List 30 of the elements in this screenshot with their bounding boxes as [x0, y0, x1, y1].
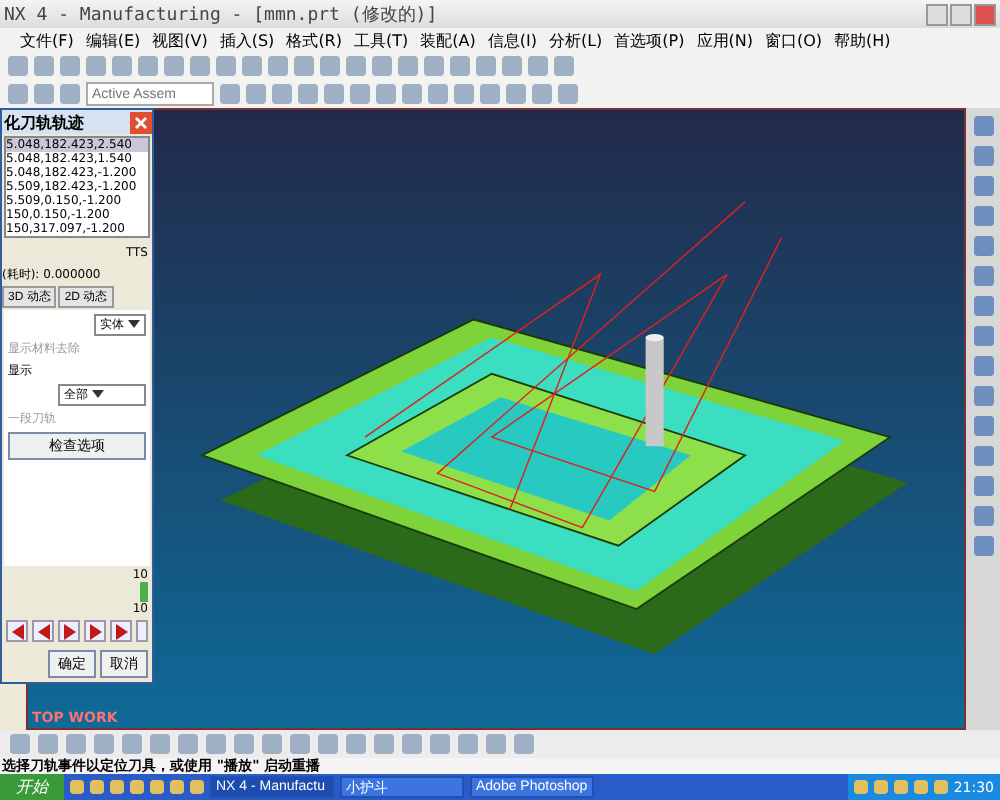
stop-button[interactable] [136, 620, 148, 642]
menu-item[interactable]: 装配(A) [420, 29, 476, 51]
menu-item[interactable]: 文件(F) [20, 29, 74, 51]
playback-button[interactable] [110, 620, 132, 642]
close-button[interactable] [974, 3, 996, 25]
menu-item[interactable]: 首选项(P) [614, 29, 685, 51]
menu-item[interactable]: 窗口(O) [764, 29, 823, 51]
menu-item[interactable]: 工具(T) [354, 29, 409, 51]
minimize-button[interactable] [926, 3, 948, 25]
playback-button[interactable] [84, 620, 106, 642]
menu-item[interactable]: 插入(S) [219, 29, 275, 51]
playback-button[interactable] [32, 620, 54, 642]
menu-item[interactable]: 编辑(E) [85, 29, 141, 51]
close-icon [134, 115, 148, 129]
dialog-title: 化刀轨轨迹 [4, 111, 84, 133]
menu-item[interactable]: 帮助(H) [834, 29, 891, 51]
menu-item[interactable]: 视图(V) [152, 29, 208, 51]
menu-item[interactable]: 格式(R) [286, 29, 342, 51]
caret-icon [128, 320, 140, 328]
start-button[interactable]: 开始 [0, 774, 64, 800]
speed-slider-fill[interactable] [140, 582, 148, 602]
close-button[interactable] [130, 111, 152, 133]
maximize-button[interactable] [950, 3, 972, 25]
playback-button[interactable] [58, 620, 80, 642]
menu-item[interactable]: 分析(L) [548, 29, 603, 51]
window-title: NX 4 - Manufacturing - [mmn.prt (修改的)] [4, 3, 438, 27]
menu-item[interactable]: 应用(N) [696, 29, 753, 51]
playback-button[interactable] [6, 620, 28, 642]
caret-icon [91, 390, 104, 398]
menu-item[interactable]: 信息(I) [487, 29, 537, 51]
